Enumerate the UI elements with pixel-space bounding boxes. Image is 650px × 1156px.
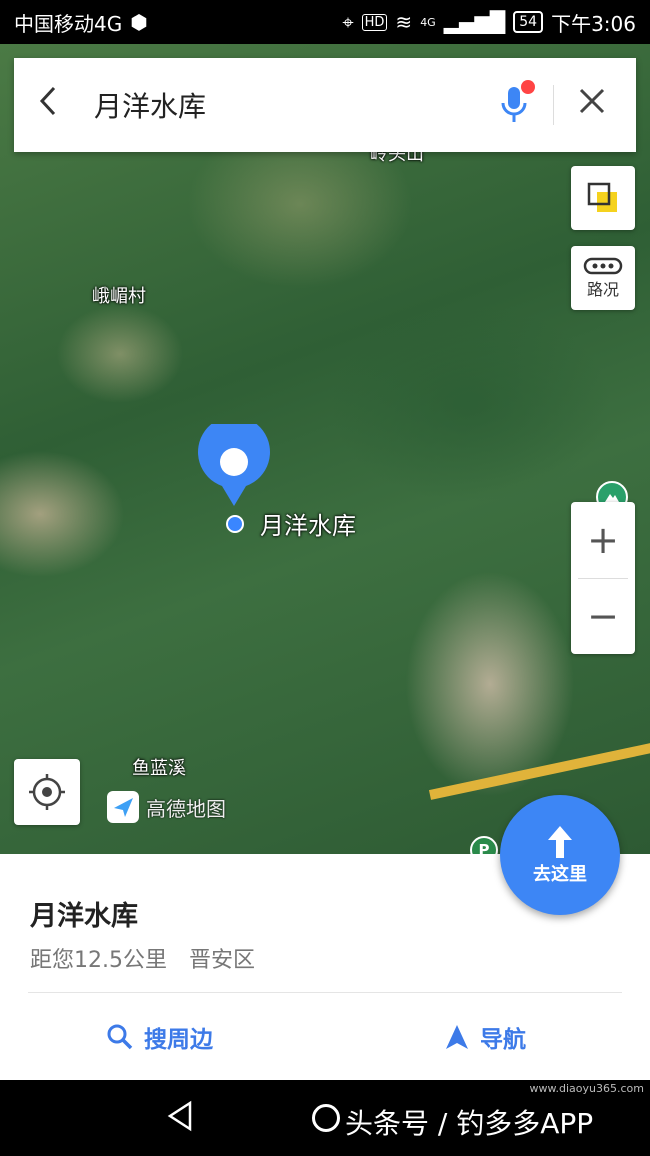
search-query[interactable]: 月洋水库 [94, 85, 489, 125]
network-type: 4G [420, 15, 436, 29]
notification-dot [521, 80, 535, 94]
crosshair-icon [29, 774, 65, 810]
divider [28, 992, 622, 993]
go-here-button[interactable]: 去这里 [500, 795, 620, 915]
zoom-out-button[interactable]: − [571, 579, 635, 655]
nav-back-icon[interactable] [165, 1100, 195, 1136]
zoom-controls: + − [571, 502, 635, 654]
close-icon[interactable] [568, 85, 616, 125]
back-arrow-icon[interactable] [34, 84, 94, 127]
up-arrow-icon [548, 826, 572, 858]
amap-logo: 高德地图 [106, 790, 226, 824]
map-label-stream: 鱼蓝溪 [132, 758, 186, 779]
poi-label[interactable]: 月洋水库 [260, 506, 356, 541]
place-meta: 距您12.5公里 晋安区 [30, 942, 255, 974]
poi-dot [226, 515, 244, 533]
place-name: 月洋水库 [30, 901, 138, 932]
watermark-text: 头条号 / 钓多多APP [345, 1107, 594, 1140]
traffic-icon [583, 257, 623, 275]
nav-home-icon[interactable] [312, 1104, 340, 1132]
search-nearby-label: 搜周边 [144, 1027, 213, 1053]
place-district: 晋安区 [189, 948, 256, 973]
search-icon [107, 1024, 133, 1050]
zoom-in-button[interactable]: + [571, 502, 635, 578]
carrier-label: 中国移动4G [14, 11, 123, 36]
my-location-button[interactable] [14, 759, 80, 825]
amap-logo-text: 高德地图 [146, 796, 226, 821]
hd-voice-icon: ⬢ [130, 10, 148, 34]
amap-logo-icon [107, 791, 139, 823]
hd-badge: HD [361, 13, 388, 31]
navigate-button[interactable]: 导航 [444, 1020, 526, 1054]
search-nearby-button[interactable]: 搜周边 [106, 1020, 213, 1054]
place-distance: 距您12.5公里 [30, 948, 167, 973]
watermark-url: www.diaoyu365.com [529, 1082, 644, 1095]
signal-icon: ▂▄▆█ [443, 10, 506, 34]
search-bar: 月洋水库 [14, 58, 636, 152]
layers-button[interactable] [571, 166, 635, 230]
traffic-button[interactable]: 路况 [571, 246, 635, 310]
traffic-label: 路况 [586, 280, 619, 299]
microphone-icon[interactable] [489, 80, 539, 130]
clock: 下午3:06 [551, 11, 636, 36]
system-nav-bar: 头条号 / 钓多多APP www.diaoyu365.com [0, 1080, 650, 1156]
location-icon: ⌖ [342, 10, 354, 34]
go-here-label: 去这里 [533, 864, 587, 885]
location-pin-icon[interactable] [196, 416, 272, 512]
map-label-village: 峨嵋村 [92, 286, 146, 307]
satellite-map[interactable]: 岭头山 峨嵋村 鱼蓝溪 [0, 44, 650, 854]
battery-indicator: 54 [513, 11, 544, 33]
divider [553, 85, 554, 125]
wifi-icon: ≋ [395, 10, 413, 34]
navigate-label: 导航 [480, 1027, 526, 1053]
layers-icon [587, 182, 617, 212]
status-bar: 中国移动4G ⬢ ⌖ HD ≋ 4G ▂▄▆█ 54 下午3:06 [0, 0, 650, 44]
navigation-arrow-icon [446, 1025, 468, 1049]
